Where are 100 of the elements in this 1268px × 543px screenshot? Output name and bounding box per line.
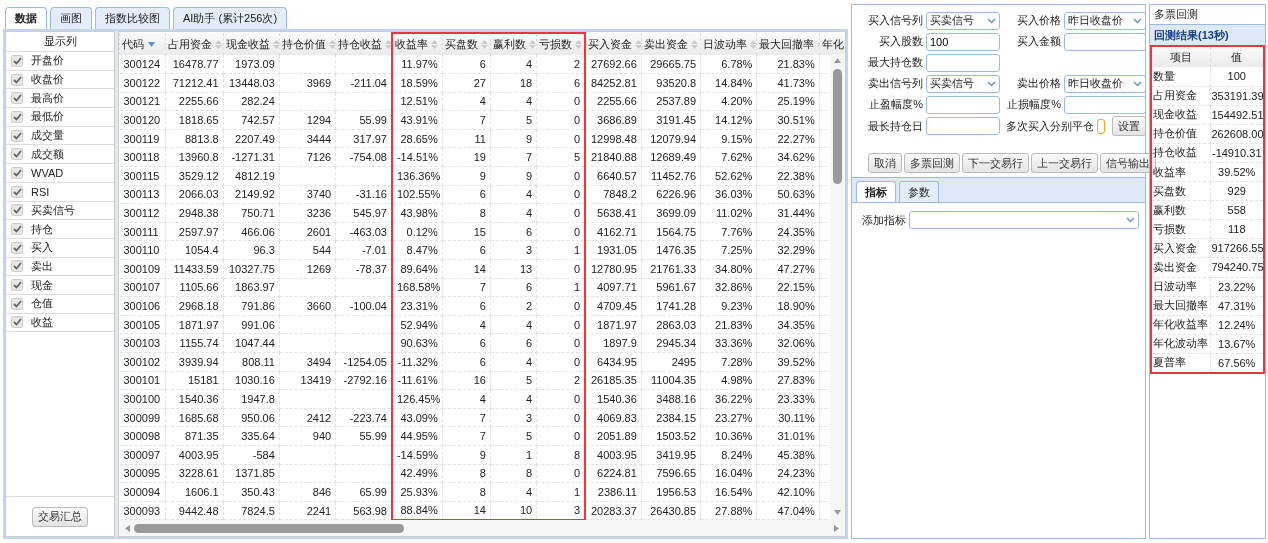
input-field[interactable]: 100 bbox=[926, 32, 1000, 51]
table-cell: 6224.81 bbox=[585, 464, 642, 483]
checkbox[interactable] bbox=[11, 148, 23, 161]
column-header[interactable]: 最大回撤率 bbox=[756, 33, 820, 55]
column-header[interactable]: 代码 bbox=[119, 33, 166, 55]
tab[interactable]: AI助手 (累计256次) bbox=[173, 7, 288, 29]
checkbox[interactable] bbox=[11, 316, 23, 329]
table-cell: 168.58% bbox=[391, 278, 443, 297]
table-cell: 2051.89 bbox=[585, 426, 642, 446]
column-header[interactable]: 收益率 bbox=[391, 33, 443, 55]
scroll-up-icon[interactable] bbox=[834, 58, 841, 63]
tab[interactable]: 画图 bbox=[50, 7, 92, 29]
column-header[interactable]: 亏损数 bbox=[536, 33, 585, 55]
input-field[interactable] bbox=[1064, 32, 1146, 51]
input-field[interactable] bbox=[926, 117, 1000, 135]
column-header[interactable]: 持仓价值 bbox=[279, 33, 336, 55]
table-cell: 300105 bbox=[119, 315, 166, 334]
table-cell: 300098 bbox=[119, 426, 166, 446]
column-header[interactable]: 占用资金 bbox=[165, 33, 224, 55]
table-cell: 12079.94 bbox=[641, 129, 701, 148]
dropdown[interactable]: 买卖信号 bbox=[926, 11, 1000, 30]
tab[interactable]: 指数比较图 bbox=[95, 7, 170, 29]
table-cell: 136.36% bbox=[391, 166, 443, 186]
table-cell: 5638.41 bbox=[585, 203, 642, 223]
table-cell: 47.04% bbox=[756, 501, 820, 520]
action-button[interactable]: 取消 bbox=[868, 153, 902, 173]
table-cell: 7.28% bbox=[700, 352, 757, 372]
table-cell: 2495 bbox=[641, 352, 701, 372]
table-cell: 3660 bbox=[279, 296, 336, 316]
input-field[interactable] bbox=[926, 53, 1000, 72]
tab[interactable]: 指标 bbox=[856, 181, 896, 202]
column-header[interactable]: 年化 bbox=[819, 33, 845, 55]
table-cell: 9.15% bbox=[700, 129, 757, 148]
horizontal-scrollbar[interactable] bbox=[119, 520, 845, 536]
checkbox[interactable] bbox=[11, 185, 23, 198]
table-cell: 7 bbox=[442, 278, 491, 297]
table-cell: 300100 bbox=[119, 389, 166, 409]
column-header[interactable]: 现金收益 bbox=[223, 33, 280, 55]
vertical-scrollbar[interactable] bbox=[830, 54, 845, 520]
checkbox[interactable] bbox=[11, 297, 23, 310]
scroll-right-icon[interactable] bbox=[834, 525, 839, 532]
column-header[interactable]: 买盘数 bbox=[442, 33, 491, 55]
table-cell: 350.43 bbox=[223, 482, 280, 502]
table-cell: 90.63% bbox=[391, 333, 443, 353]
dropdown[interactable]: 昨日收盘价 bbox=[1064, 74, 1146, 93]
table-cell: 3228.61 bbox=[165, 464, 224, 483]
table-cell: 47.31% bbox=[1210, 296, 1264, 316]
checkbox[interactable] bbox=[11, 92, 23, 105]
settings-button[interactable]: 设置 bbox=[1112, 116, 1146, 136]
action-button[interactable]: 下一交易行 bbox=[962, 153, 1029, 173]
input-field[interactable] bbox=[1064, 95, 1146, 114]
dropdown[interactable]: 昨日收盘价 bbox=[1064, 11, 1146, 30]
table-cell: 2149.92 bbox=[223, 185, 280, 204]
column-header[interactable]: 买入资金 bbox=[585, 33, 642, 55]
scroll-down-icon[interactable] bbox=[834, 510, 841, 515]
column-header[interactable]: 卖出资金 bbox=[641, 33, 701, 55]
checkbox-label: WVAD bbox=[31, 166, 64, 179]
column-header[interactable]: 日波动率 bbox=[700, 33, 757, 55]
scroll-left-icon[interactable] bbox=[125, 524, 130, 532]
table-cell: 6434.95 bbox=[585, 352, 642, 372]
table-cell: 3488.16 bbox=[641, 389, 701, 409]
column-header[interactable]: 赢利数 bbox=[490, 33, 537, 55]
input-field[interactable] bbox=[926, 95, 1000, 114]
tab[interactable]: 参数 bbox=[899, 181, 939, 202]
table-cell: 2537.89 bbox=[641, 92, 701, 111]
checkbox[interactable] bbox=[11, 110, 23, 123]
table-cell: 3419.95 bbox=[641, 445, 701, 465]
table-cell: 11452.76 bbox=[641, 166, 701, 186]
trade-summary-button[interactable]: 交易汇总 bbox=[32, 506, 88, 527]
table-cell: 4 bbox=[442, 315, 491, 334]
table-cell: 21761.33 bbox=[641, 259, 701, 279]
scrollbar-thumb[interactable] bbox=[134, 523, 404, 533]
dropdown[interactable]: 买卖信号 bbox=[926, 74, 1000, 93]
table-cell: 6 bbox=[490, 222, 537, 241]
table-cell: 67.56% bbox=[1210, 353, 1264, 373]
checkbox-label: 现金 bbox=[31, 277, 53, 293]
checkbox[interactable] bbox=[1097, 118, 1105, 134]
checkbox[interactable] bbox=[11, 241, 23, 254]
column-header[interactable]: 持仓收益 bbox=[335, 33, 392, 55]
checkbox[interactable] bbox=[11, 166, 23, 179]
checkbox[interactable] bbox=[11, 73, 23, 86]
checkbox[interactable] bbox=[11, 129, 23, 142]
checkbox[interactable] bbox=[11, 260, 23, 273]
checkbox[interactable] bbox=[11, 279, 23, 292]
table-cell: 4 bbox=[490, 315, 537, 334]
table-cell: 1047.44 bbox=[223, 333, 280, 353]
checkbox[interactable] bbox=[11, 223, 23, 236]
table-cell: 991.06 bbox=[223, 315, 280, 334]
table-cell: 36.22% bbox=[700, 389, 757, 409]
action-button[interactable]: 多票回测 bbox=[904, 153, 960, 173]
table-cell: 917266.55 bbox=[1210, 238, 1264, 258]
table-cell: 545.97 bbox=[335, 203, 392, 223]
checkbox[interactable] bbox=[11, 54, 23, 67]
scrollbar-thumb[interactable] bbox=[833, 69, 842, 184]
tab[interactable]: 数据 bbox=[5, 7, 47, 29]
table-cell: 0 bbox=[536, 408, 585, 427]
table-cell: 1606.1 bbox=[165, 482, 224, 502]
checkbox[interactable] bbox=[11, 204, 23, 217]
table-cell: 11004.35 bbox=[641, 371, 701, 390]
action-button[interactable]: 上一交易行 bbox=[1031, 153, 1098, 173]
